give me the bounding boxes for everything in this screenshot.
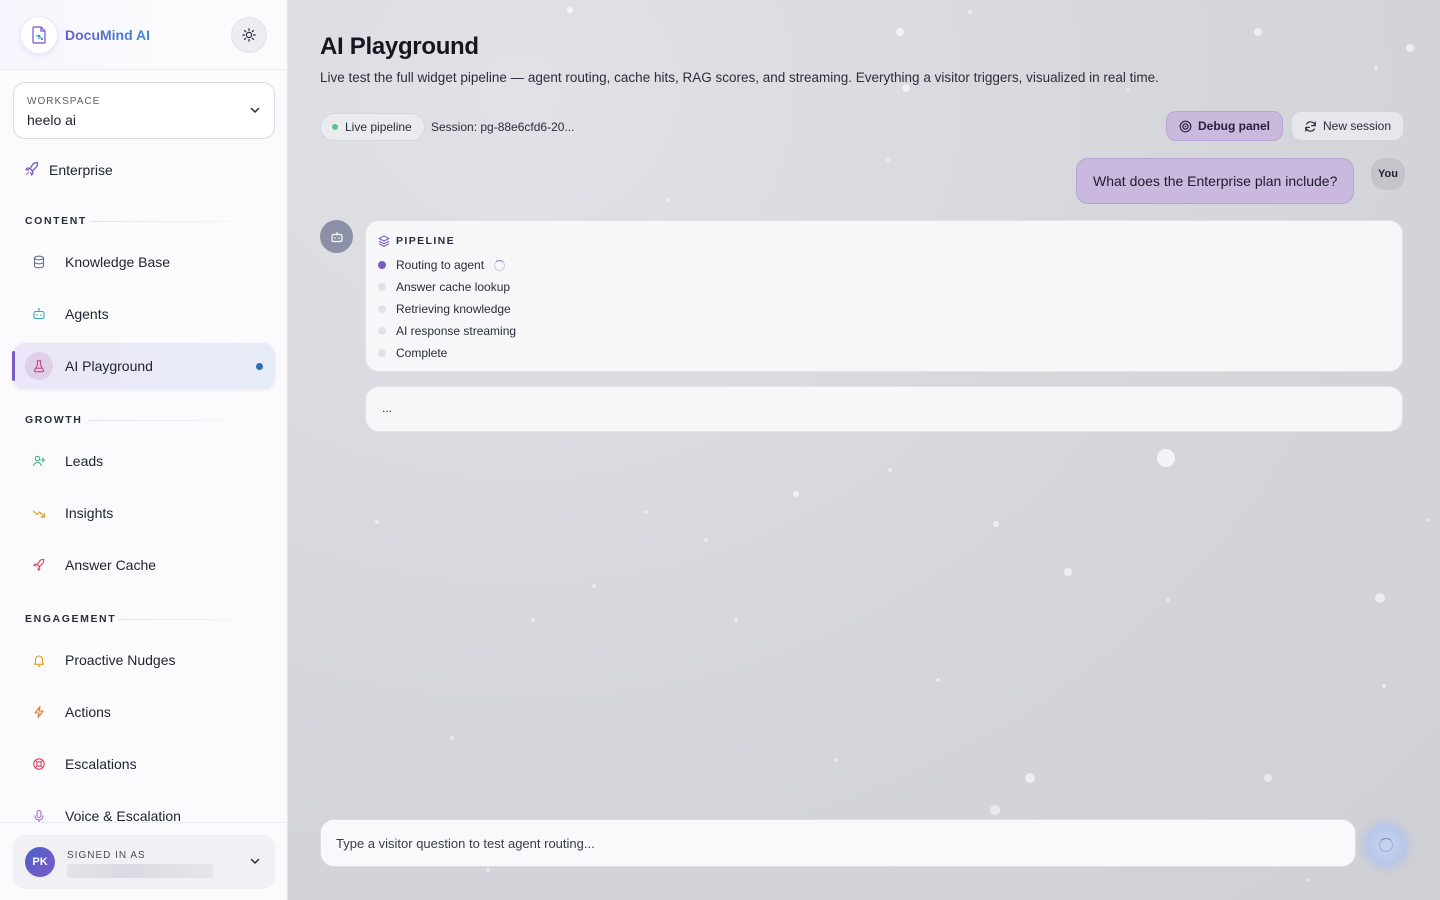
sidebar-item-leads[interactable]: Leads [13, 438, 275, 484]
section-divider [118, 619, 270, 620]
step-status-dot [378, 305, 386, 313]
sidebar-item-label: Insights [65, 505, 114, 521]
refresh-icon [1305, 120, 1316, 132]
step-label: Routing to agent [396, 258, 485, 272]
sidebar-item-agents[interactable]: Agents [13, 291, 275, 337]
brand-name: DocuMind AI [65, 27, 151, 43]
pipeline-step-retrieval: Retrieving knowledge [378, 301, 511, 317]
user-message-bubble: What does the Enterprise plan include? [1076, 158, 1355, 204]
send-button[interactable] [1364, 823, 1408, 867]
flask-icon [25, 352, 53, 380]
debug-panel-label: Debug panel [1198, 119, 1271, 133]
step-label: AI response streaming [396, 324, 517, 338]
sidebar-item-escalations[interactable]: Escalations [13, 741, 275, 787]
step-status-dot [378, 261, 386, 269]
pipeline-step-cache: Answer cache lookup [378, 279, 510, 295]
lifebuoy-icon [25, 750, 53, 778]
you-avatar: You [1371, 158, 1405, 190]
message-composer [320, 819, 1356, 867]
new-session-label: New session [1323, 119, 1392, 133]
pipeline-header: PIPELINE [378, 235, 455, 247]
live-pipeline-label: Live pipeline [345, 120, 412, 134]
session-id: Session: pg-88e6cfd6-20... [431, 120, 575, 134]
documind-logo-icon [20, 16, 58, 54]
message-input[interactable] [336, 820, 1336, 866]
sidebar-item-label: Leads [65, 453, 104, 469]
section-label-growth: GROWTH [25, 414, 83, 426]
active-indicator-dot [256, 363, 263, 370]
debug-panel-button[interactable]: Debug panel [1166, 111, 1284, 141]
signed-in-label: SIGNED IN AS [67, 850, 146, 861]
workspace-label: WORKSPACE [27, 96, 101, 107]
section-divider [88, 420, 270, 421]
sidebar-item-label: Answer Cache [65, 557, 157, 573]
pipeline-title: PIPELINE [396, 235, 456, 247]
pipeline-step-complete: Complete [378, 345, 447, 361]
section-label-content: CONTENT [25, 215, 87, 227]
chevron-down-icon [250, 107, 260, 113]
sidebar-item-label: Escalations [65, 756, 137, 772]
pipeline-step-routing: Routing to agent [378, 257, 506, 273]
avatar: PK [25, 847, 55, 877]
sidebar-item-actions[interactable]: Actions [13, 689, 275, 735]
sidebar-item-proactive-nudges[interactable]: Proactive Nudges [13, 637, 275, 683]
sun-icon [242, 28, 256, 42]
bot-icon [330, 231, 343, 242]
section-label-engagement: ENGAGEMENT [25, 613, 117, 625]
sidebar-item-ai-playground[interactable]: AI Playground [12, 343, 275, 389]
sidebar-item-answer-cache[interactable]: Answer Cache [13, 542, 275, 588]
page-subtitle: Live test the full widget pipeline — age… [320, 70, 1159, 85]
step-status-dot [378, 349, 386, 357]
sidebar-item-knowledge-base[interactable]: Knowledge Base [13, 239, 275, 285]
bot-response-bubble: ... [365, 386, 1403, 432]
page-title: AI Playground [320, 33, 479, 60]
step-label: Answer cache lookup [396, 280, 511, 294]
enterprise-label: Enterprise [49, 162, 113, 178]
database-icon [25, 248, 53, 276]
rocket-icon [25, 551, 53, 579]
user-message-text: What does the Enterprise plan include? [1093, 173, 1338, 189]
workspace-value: heelo ai [27, 112, 77, 128]
sidebar: DocuMind AI WORKSPACE heelo ai Enterpris… [0, 0, 288, 900]
sidebar-item-label: Agents [65, 306, 109, 322]
brand-header: DocuMind AI [0, 0, 287, 70]
user-area: PK SIGNED IN AS [0, 822, 287, 900]
sending-spinner-icon [1379, 838, 1393, 852]
sidebar-item-label: AI Playground [65, 358, 153, 374]
main-panel: AI Playground Live test the full widget … [288, 0, 1440, 900]
workspace-selector[interactable]: WORKSPACE heelo ai [13, 82, 275, 139]
bot-icon [25, 300, 53, 328]
bell-icon [25, 646, 53, 674]
pipeline-status-card: PIPELINE Routing to agent Answer cache l… [365, 220, 1403, 372]
signed-in-user-redacted [67, 864, 213, 878]
account-menu-button[interactable]: PK SIGNED IN AS [13, 835, 275, 889]
trend-icon [25, 499, 53, 527]
step-label: Complete [396, 346, 448, 360]
layers-icon [378, 235, 390, 247]
debug-radar-icon [1179, 120, 1192, 132]
enterprise-plan-link[interactable]: Enterprise [24, 158, 224, 182]
step-status-dot [378, 327, 386, 335]
bot-avatar [320, 220, 353, 253]
sidebar-item-label: Knowledge Base [65, 254, 171, 270]
sidebar-item-label: Actions [65, 704, 111, 720]
theme-toggle-button[interactable] [231, 17, 267, 53]
live-pipeline-badge: Live pipeline [320, 113, 425, 141]
user-plus-icon [25, 447, 53, 475]
response-typing-text: ... [382, 401, 393, 415]
loading-spinner-icon [494, 259, 506, 271]
section-divider [90, 221, 270, 222]
chevron-down-icon [250, 858, 260, 864]
step-label: Retrieving knowledge [396, 302, 511, 316]
new-session-button[interactable]: New session [1291, 111, 1405, 141]
live-status-dot [332, 124, 338, 130]
lightning-icon [25, 698, 53, 726]
pipeline-step-streaming: AI response streaming [378, 323, 516, 339]
rocket-icon [25, 162, 39, 176]
sidebar-item-label: Proactive Nudges [65, 652, 176, 668]
sidebar-item-insights[interactable]: Insights [13, 490, 275, 536]
step-status-dot [378, 283, 386, 291]
